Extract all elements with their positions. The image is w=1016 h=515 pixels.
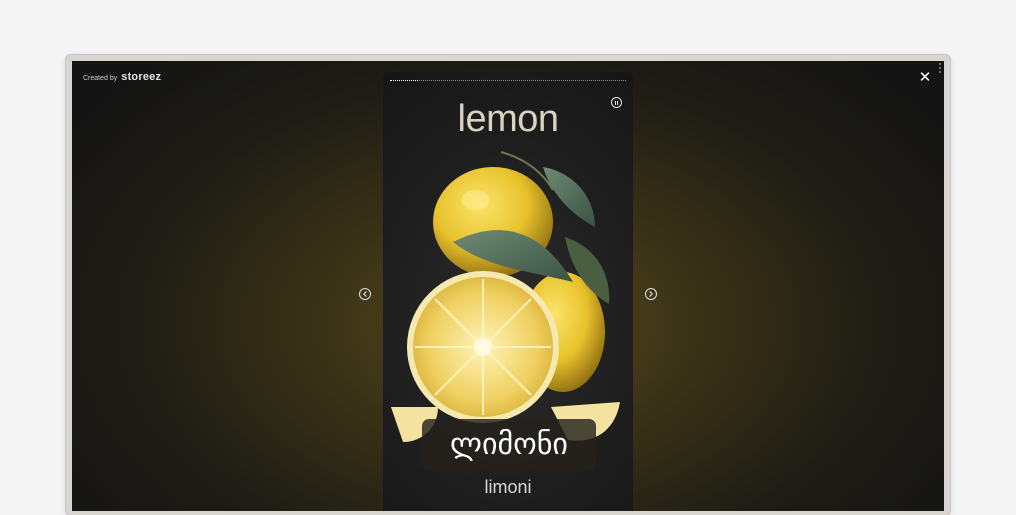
scrollbar[interactable] <box>939 63 943 73</box>
next-story-button[interactable] <box>645 288 657 300</box>
story-progress-bar <box>390 80 626 83</box>
previous-story-button[interactable] <box>359 288 371 300</box>
credit-line[interactable]: Created by storeez <box>83 71 161 83</box>
story-subcaption: limoni <box>484 477 532 497</box>
chevron-right-icon <box>649 291 653 297</box>
story-viewer: Created by storeez ✕ lemon ლიმონი limoni <box>72 61 944 511</box>
close-button[interactable]: ✕ <box>918 70 932 85</box>
story-progress-fill <box>390 80 419 82</box>
chevron-left-icon <box>363 291 367 297</box>
brand-logo: storeez <box>121 71 162 83</box>
story-title: lemon <box>457 98 560 140</box>
story-caption: ლიმონი <box>422 419 596 470</box>
story-card[interactable]: lemon ლიმონი limoni <box>383 72 633 511</box>
credit-prefix: Created by <box>83 75 118 82</box>
